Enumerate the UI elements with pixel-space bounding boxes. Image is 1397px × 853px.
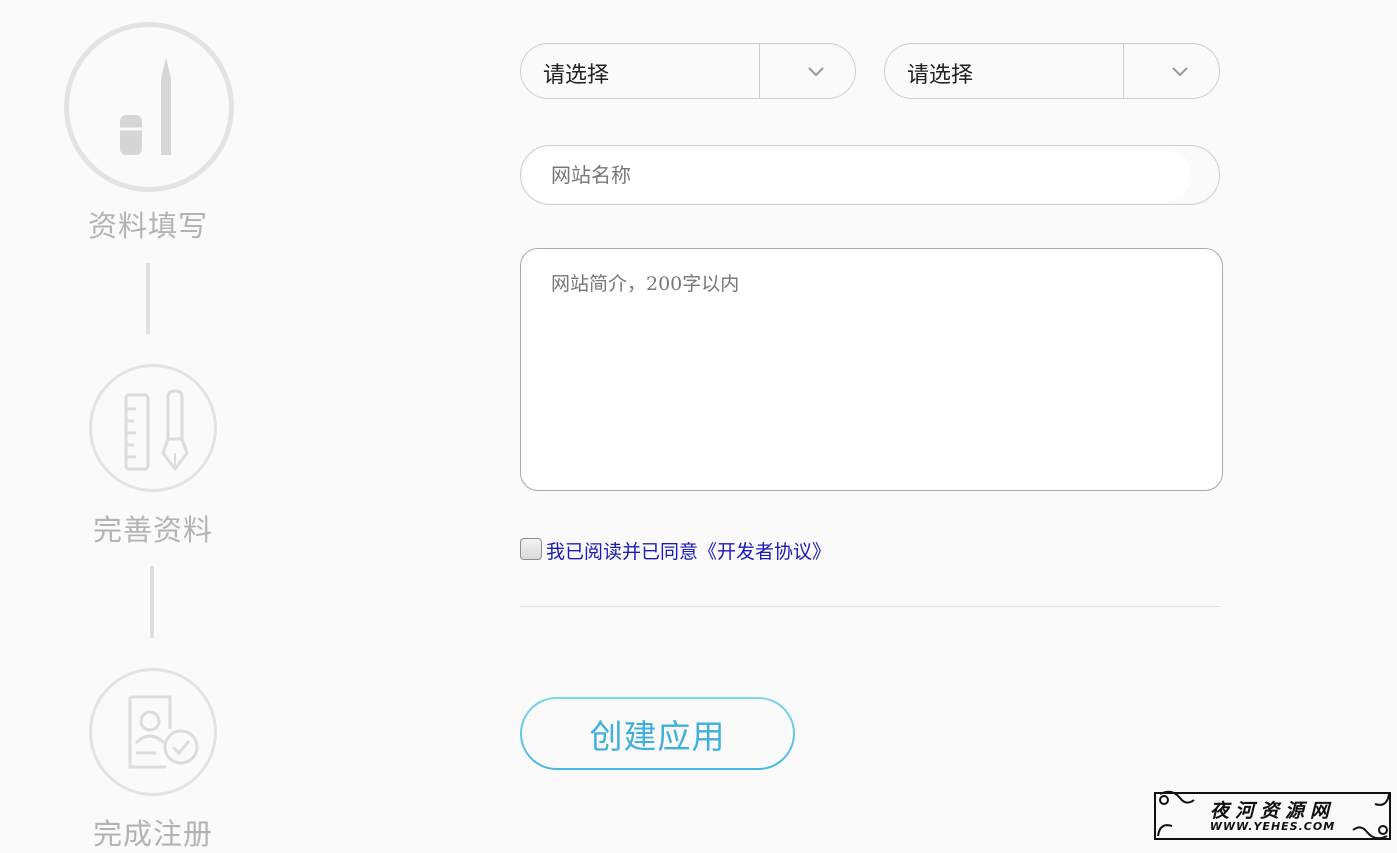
select-1-divider xyxy=(759,44,760,98)
step-connector-2 xyxy=(150,566,154,638)
step-2-circle xyxy=(89,364,217,492)
site-name-field[interactable] xyxy=(520,145,1220,205)
create-app-button-label: 创建应用 xyxy=(522,699,793,768)
chevron-down-icon[interactable] xyxy=(1169,60,1191,82)
form-divider xyxy=(520,606,1220,607)
watermark-logo: 夜河资源网 WWW.YEHES.COM xyxy=(1148,786,1397,844)
ruler-pen-icon xyxy=(124,389,189,471)
agreement-checkbox[interactable] xyxy=(520,538,542,560)
chevron-down-icon[interactable] xyxy=(805,60,827,82)
site-name-input[interactable] xyxy=(549,156,1173,194)
step-3-circle xyxy=(89,668,217,796)
step-connector-1 xyxy=(146,263,150,334)
step-1-circle xyxy=(64,22,234,192)
select-1-value: 请选择 xyxy=(543,63,610,88)
site-intro-textarea[interactable] xyxy=(549,267,1203,471)
step-1-label: 资料填写 xyxy=(87,209,208,243)
step-3-label: 完成注册 xyxy=(92,817,213,851)
profile-check-icon xyxy=(128,695,199,769)
site-intro-field[interactable] xyxy=(520,248,1223,491)
agreement-link[interactable]: 我已阅读并已同意《开发者协议》 xyxy=(546,537,831,564)
create-app-button[interactable]: 创建应用 xyxy=(520,697,795,770)
pencil-eraser-icon xyxy=(120,57,171,155)
category-select-1[interactable]: 请选择 xyxy=(520,43,856,99)
select-2-divider xyxy=(1123,44,1124,98)
watermark-url: WWW.YEHES.COM xyxy=(1209,820,1336,833)
select-2-value: 请选择 xyxy=(907,63,974,88)
category-select-2[interactable]: 请选择 xyxy=(884,43,1220,99)
watermark-name: 夜河资源网 xyxy=(1209,800,1335,822)
step-2-label: 完善资料 xyxy=(92,513,213,547)
